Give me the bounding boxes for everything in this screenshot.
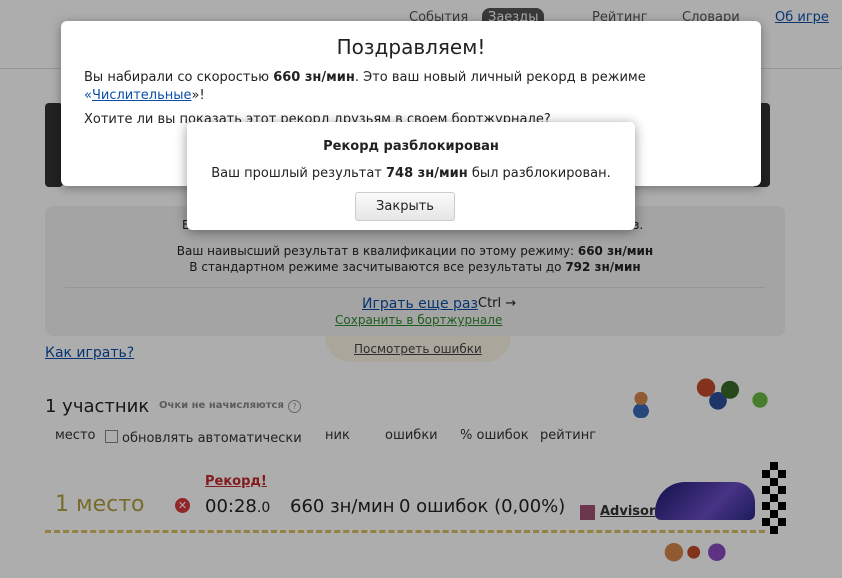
record-unlocked-dialog: Рекорд разблокирован Ваш прошлый результ… xyxy=(187,122,635,230)
close-button[interactable]: Закрыть xyxy=(355,192,455,221)
congrats-message: Вы набирали со скоростью 660 зн/мин. Это… xyxy=(84,70,646,103)
unlock-message: Ваш прошлый результат 748 зн/мин был раз… xyxy=(211,166,611,181)
unlock-title: Рекорд разблокирован xyxy=(323,139,499,154)
mode-link[interactable]: Числительные xyxy=(92,88,192,103)
congrats-title: Поздравляем! xyxy=(336,35,486,59)
